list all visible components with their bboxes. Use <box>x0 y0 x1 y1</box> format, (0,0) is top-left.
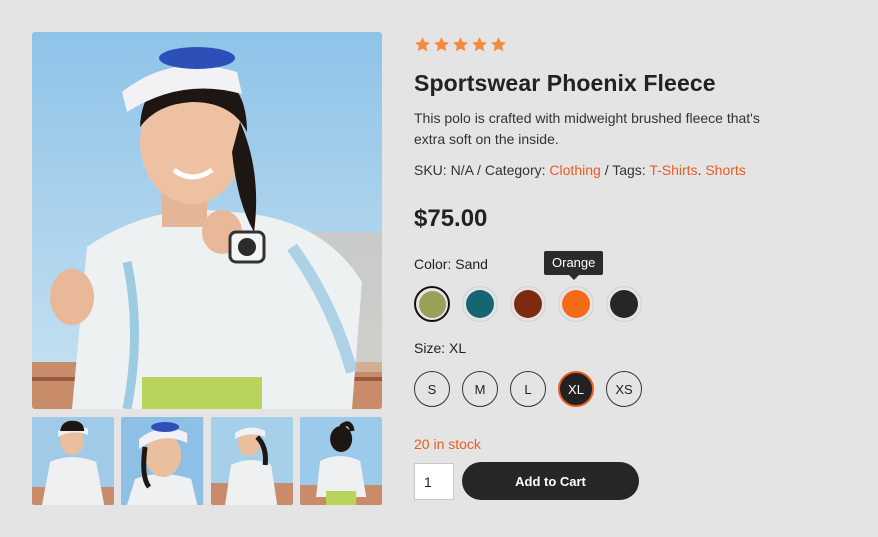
size-option-l[interactable]: L <box>510 371 546 407</box>
thumbnail-strip <box>32 417 382 505</box>
product-main-image[interactable] <box>32 32 382 409</box>
thumbnail-side-view[interactable] <box>210 417 293 505</box>
size-option-xl[interactable]: XL <box>558 371 594 407</box>
color-swatch-rust[interactable] <box>510 286 546 322</box>
swatch-dot <box>418 290 446 318</box>
quantity-input[interactable] <box>414 463 454 500</box>
product-title: Sportswear Phoenix Fleece <box>414 70 716 96</box>
size-options: S M L XL XS <box>414 371 642 407</box>
size-option-s[interactable]: S <box>414 371 450 407</box>
thumbnail-front-view[interactable] <box>32 417 115 505</box>
color-label: Color: Sand <box>414 256 488 272</box>
tag-separator: . <box>697 162 702 178</box>
size-option-xs[interactable]: XS <box>606 371 642 407</box>
star-icon <box>491 37 506 52</box>
star-icon <box>453 37 468 52</box>
color-swatch-orange[interactable] <box>558 286 594 322</box>
size-option-m[interactable]: M <box>462 371 498 407</box>
stock-status: 20 in stock <box>414 436 481 452</box>
swatch-dot <box>466 290 494 318</box>
star-icon <box>434 37 449 52</box>
add-to-cart-button[interactable]: Add to Cart <box>462 462 639 500</box>
rating-stars <box>414 36 507 53</box>
color-swatch-black[interactable] <box>606 286 642 322</box>
tag-link-tshirts[interactable]: T-Shirts <box>649 162 697 178</box>
star-icon <box>472 37 487 52</box>
star-icon <box>415 37 430 52</box>
color-swatch-teal[interactable] <box>462 286 498 322</box>
size-label: Size: XL <box>414 340 467 356</box>
product-meta: SKU: N/A / Category: Clothing / Tags: T-… <box>414 162 746 178</box>
category-link[interactable]: Clothing <box>549 162 600 178</box>
color-tooltip: Orange <box>544 251 604 280</box>
tags-label: Tags: <box>612 162 646 178</box>
product-description: This polo is crafted with midweight brus… <box>414 110 760 147</box>
product-info-panel: Sportswear Phoenix Fleece This polo is c… <box>414 0 854 537</box>
thumbnail-smiling-close-up[interactable] <box>121 417 204 505</box>
thumbnail-back-view[interactable] <box>299 417 382 505</box>
meta-separator: / <box>604 162 609 178</box>
category-label: Category: <box>484 162 546 178</box>
sku-label: SKU: <box>414 162 447 178</box>
swatch-dot <box>610 290 638 318</box>
color-swatch-sand[interactable] <box>414 286 450 322</box>
swatch-dot <box>514 290 542 318</box>
product-price: $75.00 <box>414 205 488 232</box>
sku-value: N/A <box>450 162 474 178</box>
tag-link-shorts[interactable]: Shorts <box>705 162 745 178</box>
color-swatches <box>414 286 642 322</box>
meta-separator: / <box>477 162 481 178</box>
swatch-dot <box>562 290 590 318</box>
